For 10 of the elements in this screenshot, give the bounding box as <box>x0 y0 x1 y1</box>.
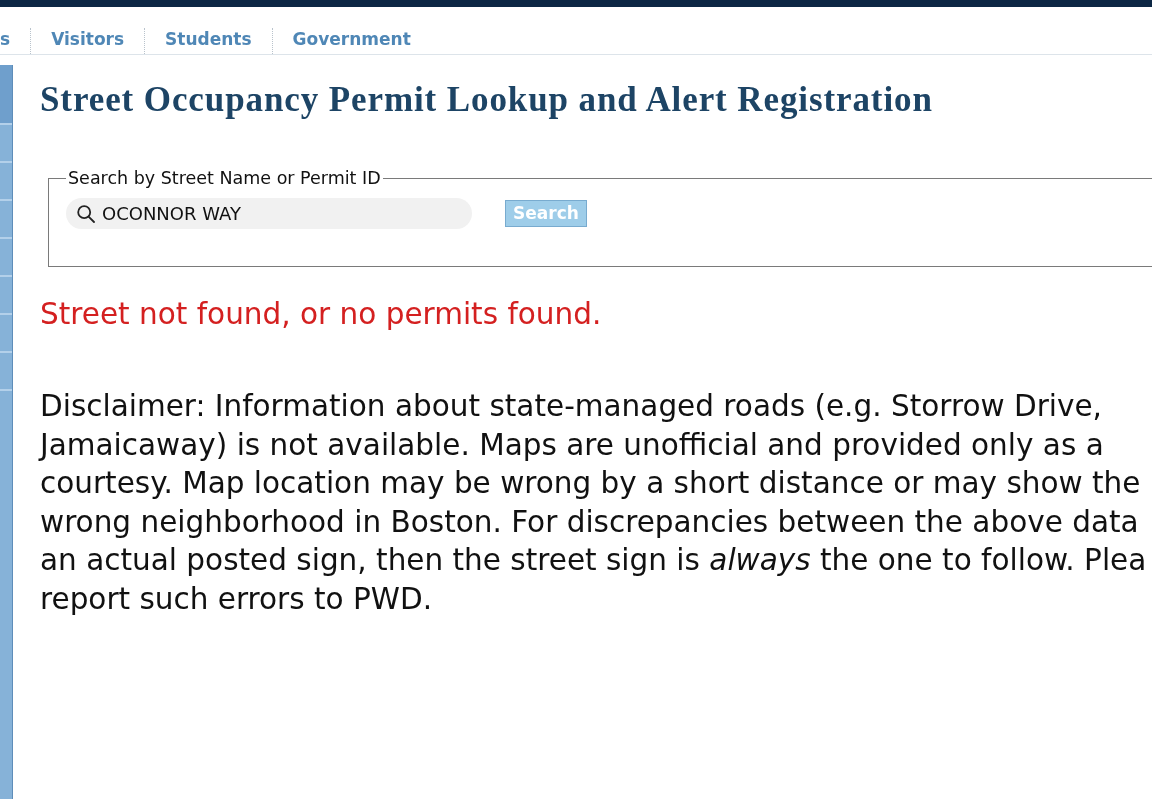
nav-link[interactable]: Government <box>292 29 411 54</box>
disclaimer-text: Disclaimer: Information about state-managed roads (e.g. Storrow Drive, Jamaicaway) is not available. Maps are unofficial and provided only as a courtesy. Map location may be wrong by a short distance or may show the wrong neighborhood in Boston. For discrepancies between the above data an actual posted sign, then the street sign is always the one to follow. Plea report such errors to PWD. <box>40 388 1147 618</box>
search-field[interactable]: OCONNOR WAY <box>66 198 472 229</box>
search-icon <box>77 205 95 223</box>
nav-link[interactable]: Students <box>165 29 252 54</box>
nav-link[interactable]: s <box>0 29 11 54</box>
nav-link[interactable]: Visitors <box>51 29 125 54</box>
search-legend: Search by Street Name or Permit ID <box>66 168 383 188</box>
page-title: Street Occupancy Permit Lookup and Alert Registration <box>40 80 933 120</box>
error-message: Street not found, or no permits found. <box>40 296 602 332</box>
